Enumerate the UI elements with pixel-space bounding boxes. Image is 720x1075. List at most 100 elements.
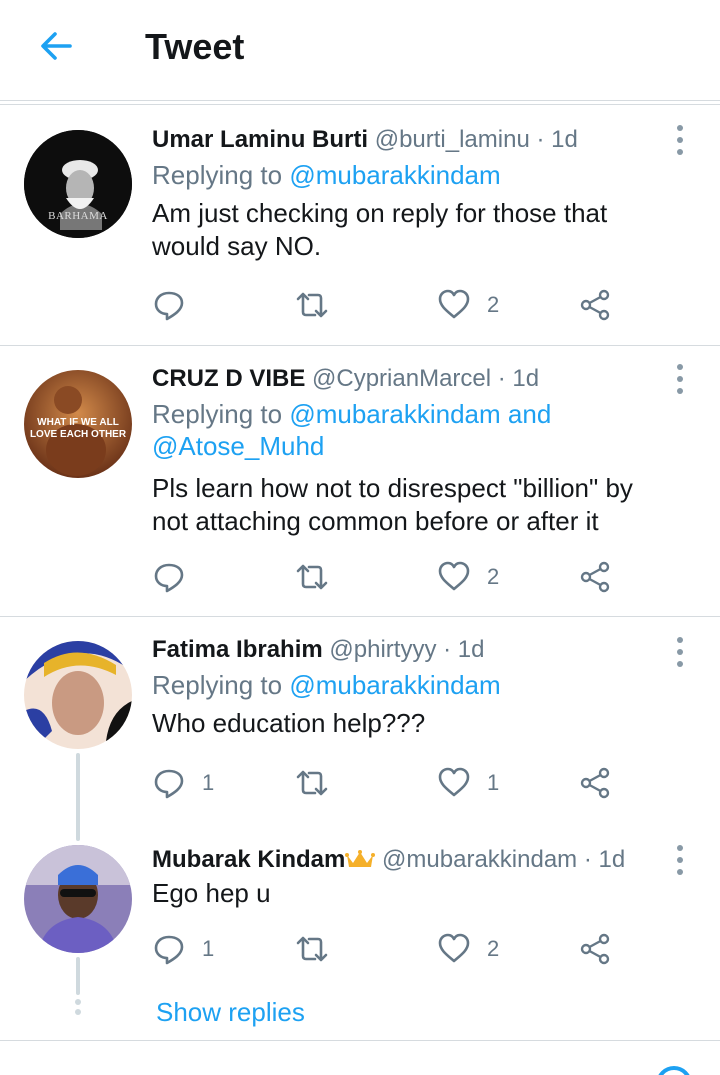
replying-to-label: Replying to <box>152 160 290 190</box>
tweet-text: Pls learn how not to disrespect "billion… <box>152 473 633 536</box>
like-count: 2 <box>487 564 500 589</box>
heart-icon <box>438 933 470 963</box>
avatar-image <box>24 641 132 749</box>
more-options-button[interactable] <box>674 364 686 394</box>
share-icon <box>580 289 610 321</box>
reply-count: 1 <box>202 936 215 961</box>
timestamp: · 1d <box>536 126 578 153</box>
share-icon <box>580 933 610 965</box>
more-options-button[interactable] <box>674 845 686 875</box>
tweet-actions: 1 2 <box>152 929 622 969</box>
replying-to-label: Replying to <box>152 670 290 700</box>
more-options-button[interactable] <box>674 125 686 155</box>
like-count: 2 <box>487 936 500 961</box>
divider <box>0 1040 720 1041</box>
reply-bubble-icon <box>154 291 184 321</box>
reply-count: 1 <box>202 770 215 795</box>
reply-bubble-icon <box>154 935 184 965</box>
mention-link[interactable]: @mubarakkindam <box>289 670 500 700</box>
tweet-reply[interactable]: BARHAMA Umar Laminu Burti @burti_laminu … <box>0 105 720 345</box>
tweet-actions: 2 <box>152 557 622 597</box>
avatar[interactable] <box>24 641 132 749</box>
tweet-text: Ego hep u <box>152 878 271 908</box>
tweet-reply[interactable]: Fatima Ibrahim @phirtyyy · 1d Replying t… <box>0 617 720 841</box>
more-options-button[interactable] <box>674 637 686 667</box>
crown-icon <box>345 850 376 867</box>
like-button[interactable]: 2 <box>437 285 499 325</box>
like-button[interactable]: 2 <box>437 929 499 969</box>
like-count: 2 <box>487 292 500 317</box>
reply-button[interactable]: 1 <box>152 763 214 803</box>
mention-link[interactable]: @Atose_Muhd <box>152 431 324 461</box>
timestamp: · 1d <box>443 636 485 663</box>
display-name[interactable]: Fatima Ibrahim <box>152 636 323 663</box>
divider <box>0 100 720 101</box>
replying-to: Replying to @mubarakkindam <box>152 159 660 191</box>
share-button[interactable] <box>578 557 612 597</box>
heart-icon <box>438 289 470 319</box>
mention-link[interactable]: @mubarakkindam and <box>289 399 551 429</box>
retweet-icon <box>296 770 328 796</box>
handle: @CyprianMarcel <box>312 365 492 392</box>
share-icon <box>580 561 610 593</box>
retweet-button[interactable] <box>295 557 329 597</box>
share-button[interactable] <box>578 763 612 803</box>
show-replies-link[interactable]: Show replies <box>156 995 305 1029</box>
reply-button[interactable] <box>152 557 202 597</box>
page-title: Tweet <box>145 26 245 67</box>
avatar[interactable] <box>24 845 132 953</box>
tweet-actions: 1 1 <box>152 763 622 803</box>
reply-button[interactable]: 1 <box>152 929 214 969</box>
display-name[interactable]: Mubarak Kindam <box>152 846 345 873</box>
handle: @mubarakkindam <box>382 846 578 873</box>
arrow-left-icon <box>41 32 72 60</box>
tweet-text: Who education help??? <box>152 708 426 738</box>
reply-button[interactable] <box>152 285 202 325</box>
timestamp: · 1d <box>497 365 540 392</box>
retweet-icon <box>296 292 328 318</box>
like-count: 1 <box>487 770 500 795</box>
tweet-reply[interactable]: Mubarak Kindam @mubarakkindam · 1d Ego h… <box>0 827 720 1037</box>
avatar-caption-line: WHAT IF WE ALL <box>37 417 119 428</box>
tweet-header: CRUZ D VIBE @CyprianMarcel · 1d <box>152 364 660 394</box>
timestamp: · 1d <box>583 846 626 873</box>
like-button[interactable]: 2 <box>437 557 499 597</box>
avatar-caption-line: LOVE EACH OTHER <box>29 429 127 440</box>
replying-to: Replying to @mubarakkindam <box>152 669 660 701</box>
tweet-text: Am just checking on reply for those that… <box>152 198 608 261</box>
heart-icon <box>438 561 470 591</box>
avatar[interactable]: WHAT IF WE ALL LOVE EACH OTHER <box>24 370 132 478</box>
thread-more-dots <box>75 999 81 1019</box>
mention-link[interactable]: @mubarakkindam <box>289 160 500 190</box>
reply-bubble-icon <box>154 563 184 593</box>
retweet-icon <box>296 564 328 590</box>
retweet-icon <box>296 936 328 962</box>
compose-fab-icon[interactable] <box>656 1066 692 1075</box>
share-button[interactable] <box>578 285 612 325</box>
back-button[interactable] <box>36 26 76 66</box>
handle: @phirtyyy <box>329 636 437 663</box>
share-button[interactable] <box>578 929 612 969</box>
tweet-header: Mubarak Kindam @mubarakkindam · 1d <box>152 845 660 875</box>
like-button[interactable]: 1 <box>437 763 499 803</box>
reply-bubble-icon <box>154 769 184 799</box>
replying-to-label: Replying to <box>152 399 290 429</box>
tweet-header: Fatima Ibrahim @phirtyyy · 1d <box>152 635 660 665</box>
top-app-bar: Tweet <box>0 0 720 100</box>
retweet-button[interactable] <box>295 929 329 969</box>
avatar-image <box>24 845 132 953</box>
retweet-button[interactable] <box>295 763 329 803</box>
avatar[interactable]: BARHAMA <box>24 130 132 238</box>
avatar-caption: WHAT IF WE ALL LOVE EACH OTHER <box>24 417 132 441</box>
thread-connector <box>76 957 80 995</box>
tweet-actions: 2 <box>152 285 622 325</box>
tweet-header: Umar Laminu Burti @burti_laminu · 1d <box>152 125 660 155</box>
tweet-reply[interactable]: WHAT IF WE ALL LOVE EACH OTHER CRUZ D VI… <box>0 346 720 616</box>
heart-icon <box>438 767 470 797</box>
avatar-caption: BARHAMA <box>48 210 108 222</box>
display-name[interactable]: Umar Laminu Burti <box>152 126 368 153</box>
display-name[interactable]: CRUZ D VIBE <box>152 365 305 392</box>
handle: @burti_laminu <box>374 126 530 153</box>
share-icon <box>580 767 610 799</box>
retweet-button[interactable] <box>295 285 329 325</box>
